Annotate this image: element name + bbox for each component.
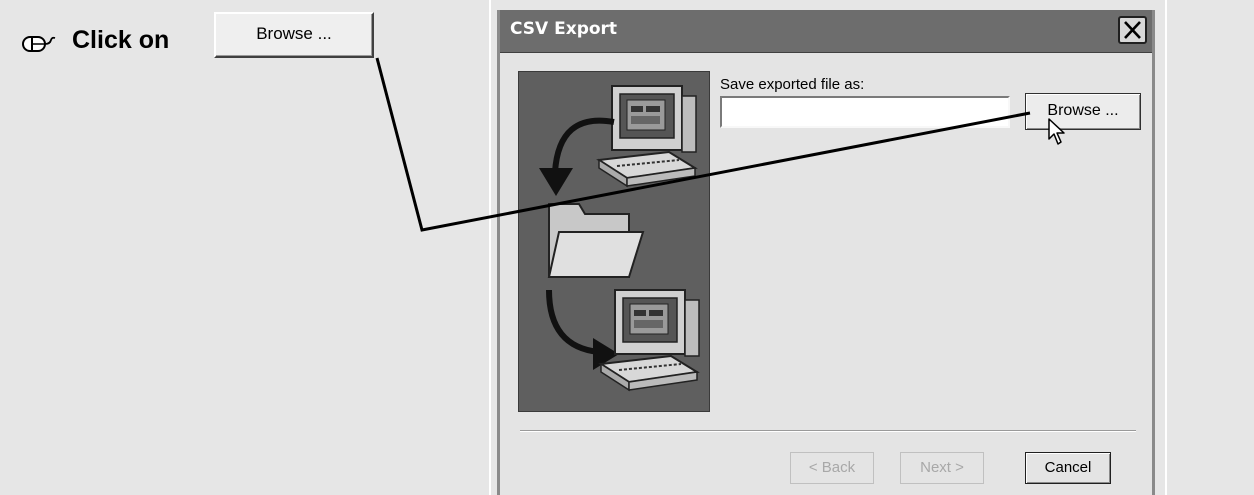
save-file-path-input[interactable] xyxy=(720,96,1010,128)
back-button[interactable]: < Back xyxy=(790,452,874,484)
dialog-title: CSV Export xyxy=(510,19,618,39)
close-icon xyxy=(1124,21,1141,39)
button-divider xyxy=(520,430,1136,432)
step-text: Click on xyxy=(72,26,170,54)
mouse-icon xyxy=(22,36,56,52)
browse-button-reference: Browse ... xyxy=(214,12,374,58)
close-button[interactable] xyxy=(1118,16,1147,44)
dialog-titlebar[interactable]: CSV Export xyxy=(500,10,1152,53)
csv-export-dialog: CSV Export Save exported file as: Browse… xyxy=(497,10,1155,495)
next-button[interactable]: Next > xyxy=(900,452,984,484)
save-file-label: Save exported file as: xyxy=(720,76,865,93)
browse-button[interactable]: Browse ... xyxy=(1025,93,1141,130)
export-wizard-illustration xyxy=(518,71,710,412)
margin-panel xyxy=(1167,0,1254,495)
arrow-cursor-icon xyxy=(1048,118,1065,145)
cancel-button[interactable]: Cancel xyxy=(1025,452,1111,484)
instruction-panel xyxy=(0,0,489,495)
